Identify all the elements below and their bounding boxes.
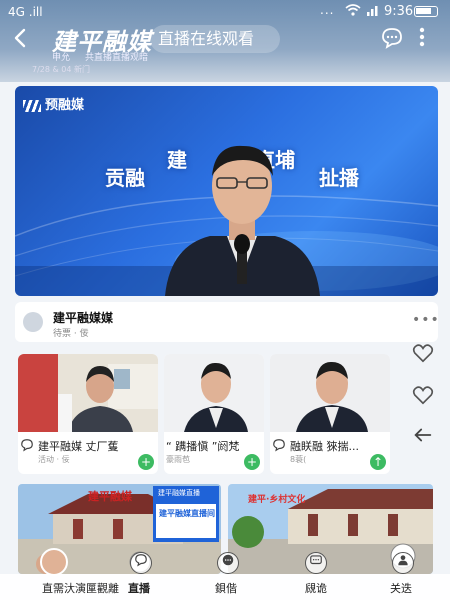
- vertical-dots-icon: [419, 27, 425, 47]
- battery-icon: [414, 6, 438, 17]
- live-room-badge: 建平融媒直播: [158, 489, 200, 497]
- presenter-figure: [165, 145, 320, 296]
- live-video-player[interactable]: 预融媒 建 直埔 贡融 扯播: [15, 86, 438, 296]
- clock: 9:36: [384, 4, 414, 19]
- video-card[interactable]: ↑ 融眹融 猍揣... 8蓑(: [270, 354, 390, 474]
- video-card-subtitle: 活动 · 佞: [38, 455, 70, 464]
- logo-mark-icon: [23, 99, 41, 112]
- video-card-subtitle: 豪雨苞: [166, 455, 190, 464]
- video-card-thumbnail: [164, 354, 264, 432]
- host-avatar[interactable]: [40, 548, 68, 576]
- page-title: 直播在线观看: [150, 25, 280, 53]
- bottom-left-text: 直需汏演匰觀離: [42, 582, 119, 595]
- video-card[interactable]: + 建平融媒 丈厂蒦 活动 · 佞: [18, 354, 158, 474]
- live-room-banner: 建平·乡村文化: [248, 495, 306, 505]
- header-subline: 申允 共直播直播观暗: [0, 50, 450, 64]
- chat-icon[interactable]: [217, 552, 239, 574]
- video-card-title: “ 蹒播愼 ”阏梵: [166, 440, 240, 453]
- live-room-banner: 建平融媒: [88, 490, 132, 503]
- live-label[interactable]: 直播: [128, 580, 150, 596]
- subline-left: 申允: [52, 53, 71, 63]
- chat-bubble-icon: [382, 28, 402, 49]
- signal-indicator: 4G .ill: [8, 5, 43, 19]
- live-room-panel-title: 建平融媒直播间: [159, 509, 215, 518]
- chevron-left-icon: [14, 28, 26, 48]
- channel-more-button[interactable]: •••: [412, 312, 440, 328]
- video-card-subtitle: 8蓑(: [290, 455, 307, 464]
- video-overlay-text-3: 贡融: [105, 166, 145, 190]
- back-button[interactable]: [10, 26, 36, 52]
- video-card-thumbnail: [270, 354, 390, 432]
- user-icon[interactable]: [392, 552, 414, 574]
- channel-name: 建平融媒媒: [53, 311, 114, 325]
- message-icon[interactable]: [305, 552, 327, 574]
- more-options-button[interactable]: [412, 26, 432, 52]
- add-icon[interactable]: +: [138, 454, 154, 470]
- status-dots: ...: [320, 3, 335, 17]
- wifi-icon: [345, 4, 361, 19]
- comment-tab[interactable]: 覛诡: [305, 580, 327, 596]
- subline-right: 共直播直播观暗: [85, 53, 149, 63]
- channel-avatar[interactable]: [23, 312, 43, 332]
- cell-signal-icon: [367, 4, 381, 19]
- bottom-action-bar: 直需汏演匰觀離 直播 鋇偕 覛诡 关迭: [0, 574, 450, 600]
- header-subline-2: 7/28 & 04 新门: [32, 65, 91, 74]
- live-comment-icon[interactable]: [130, 552, 152, 574]
- side-action-column: [406, 340, 440, 452]
- video-card-title: 融眹融 猍揣...: [290, 440, 359, 453]
- chat-button[interactable]: [380, 26, 404, 50]
- heart-outline-icon: [412, 386, 434, 405]
- channel-subtitle: 待票 · 佞: [53, 329, 89, 339]
- arrow-left-icon: [414, 428, 432, 442]
- heart-icon: [412, 344, 434, 363]
- video-channel-logo: 预融媒: [23, 94, 84, 113]
- like-button[interactable]: [410, 342, 436, 368]
- upload-icon[interactable]: ↑: [370, 454, 386, 470]
- video-card[interactable]: + “ 蹒播愼 ”阏梵 豪雨苞: [164, 354, 264, 474]
- chat-tab[interactable]: 鋇偕: [215, 580, 237, 596]
- status-bar: 4G .ill ... 9:36: [0, 0, 450, 22]
- comment-icon: [272, 438, 286, 452]
- video-card-thumbnail: [18, 354, 158, 432]
- share-tab[interactable]: 关迭: [390, 580, 412, 596]
- share-button[interactable]: [410, 424, 436, 450]
- comment-icon: [20, 438, 34, 452]
- favorite-button[interactable]: [410, 384, 436, 410]
- add-icon[interactable]: +: [244, 454, 260, 470]
- video-card-title: 建平融媒 丈厂蒦: [38, 440, 119, 453]
- channel-info-bar[interactable]: 建平融媒媒 待票 · 佞 •••: [15, 302, 440, 342]
